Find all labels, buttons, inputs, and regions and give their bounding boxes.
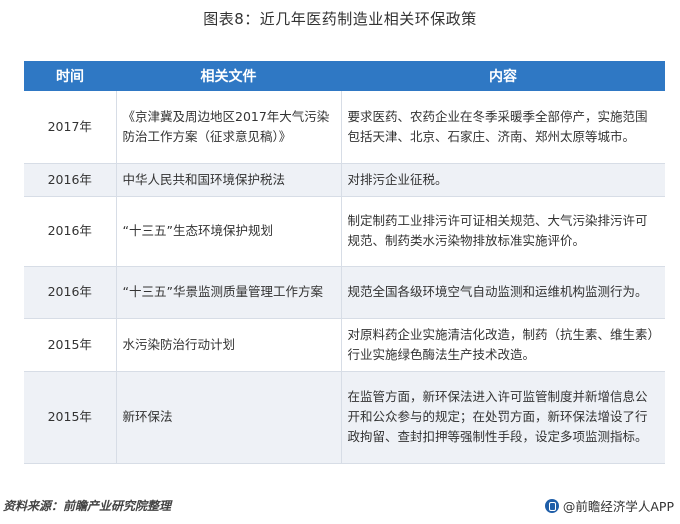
brand-credit: @前瞻经济学人APP: [544, 496, 674, 515]
cell-year: 2016年: [24, 266, 117, 319]
table-row: 2017年 《京津冀及周边地区2017年大气污染防治工作方案（征求意见稿）》 要…: [24, 91, 665, 164]
cell-content: 对排污企业征税。: [341, 163, 665, 197]
cell-document: 新环保法: [116, 371, 342, 464]
cell-content: 规范全国各级环境空气自动监测和运维机构监测行为。: [341, 266, 665, 319]
cell-document: 水污染防治行动计划: [116, 318, 342, 372]
cell-content: 对原料药企业实施清洁化改造，制药（抗生素、维生素）行业实施绿色酶法生产技术改造。: [341, 318, 665, 372]
table-row: 2016年 “十三五”生态环境保护规划 制定制药工业排污许可证相关规范、大气污染…: [24, 196, 665, 267]
cell-content: 在监管方面，新环保法进入许可监管制度并新增信息公开和公众参与的规定；在处罚方面，…: [341, 371, 665, 464]
chart-title: 图表8：近几年医药制造业相关环保政策: [203, 10, 477, 28]
policy-table: 时间 相关文件 内容 2017年 《京津冀及周边地区2017年大气污染防治工作方…: [24, 61, 665, 464]
cell-year: 2015年: [24, 318, 117, 372]
cell-document: 中华人民共和国环境保护税法: [116, 163, 342, 197]
header-document: 相关文件: [116, 61, 341, 91]
source-note: 资料来源：前瞻产业研究院整理: [3, 499, 172, 513]
table-header-row: 时间 相关文件 内容: [24, 61, 665, 91]
cell-content: 要求医药、农药企业在冬季采暖季全部停产，实施范围包括天津、北京、石家庄、济南、郑…: [341, 91, 665, 164]
cell-content: 制定制药工业排污许可证相关规范、大气污染排污许可规范、制药类水污染物排放标准实施…: [341, 196, 665, 267]
brand-logo-icon: [544, 498, 559, 513]
cell-document: “十三五”生态环境保护规划: [116, 196, 342, 267]
cell-document: 《京津冀及周边地区2017年大气污染防治工作方案（征求意见稿）》: [116, 91, 342, 164]
header-year: 时间: [24, 61, 116, 91]
cell-year: 2017年: [24, 91, 117, 164]
cell-document: “十三五”华景监测质量管理工作方案: [116, 266, 342, 319]
cell-year: 2016年: [24, 196, 117, 267]
cell-year: 2015年: [24, 371, 117, 464]
brand-label: @前瞻经济学人APP: [562, 499, 674, 514]
table-row: 2015年 新环保法 在监管方面，新环保法进入许可监管制度并新增信息公开和公众参…: [24, 371, 665, 464]
table-row: 2016年 “十三五”华景监测质量管理工作方案 规范全国各级环境空气自动监测和运…: [24, 266, 665, 319]
table-row: 2016年 中华人民共和国环境保护税法 对排污企业征税。: [24, 163, 665, 197]
cell-year: 2016年: [24, 163, 117, 197]
header-content: 内容: [341, 61, 665, 91]
table-row: 2015年 水污染防治行动计划 对原料药企业实施清洁化改造，制药（抗生素、维生素…: [24, 318, 665, 372]
